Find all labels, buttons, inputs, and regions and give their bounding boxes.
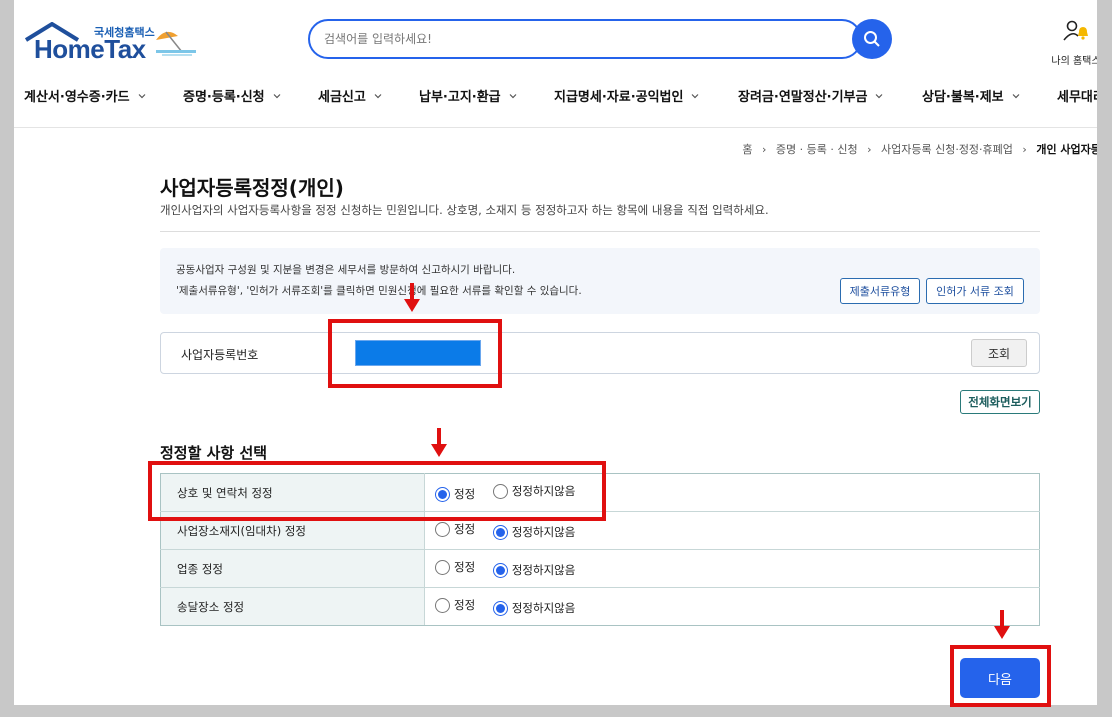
red-arrow-down-icon bbox=[431, 428, 447, 457]
nav-item-statement[interactable]: 지급명세·자료·공익법인 bbox=[554, 86, 699, 105]
radio-circle bbox=[435, 597, 450, 613]
my-hometax-label: 나의 홈택스 bbox=[1051, 56, 1097, 67]
biz-number-label: 사업자등록번호 bbox=[181, 348, 259, 362]
chevron-down-icon bbox=[138, 93, 145, 98]
radio-label: 정정 bbox=[454, 598, 476, 612]
radio-correct[interactable]: 정정 bbox=[435, 521, 475, 537]
radio-no-correct[interactable]: 정정하지않음 bbox=[492, 562, 576, 578]
chevron-down-icon bbox=[273, 93, 281, 98]
nav-item-label: 납부·고지·환급 bbox=[419, 90, 501, 105]
radio-circle bbox=[435, 559, 450, 575]
table-row: 업종 정정 정정 정정하지않음 bbox=[160, 549, 1040, 588]
beach-umbrella-icon bbox=[156, 31, 196, 56]
annotation-box-next bbox=[950, 645, 1051, 707]
red-arrow-down-icon bbox=[994, 610, 1010, 639]
page: 국세청홈택스 HomeTax 나의 홈택스 계산서·영수증·카드 증명·등록·신… bbox=[14, 0, 1097, 705]
radio-label: 정정하지않음 bbox=[511, 601, 576, 615]
nav-item-label: 장려금·연말정산·기부금 bbox=[738, 90, 868, 105]
row-options: 정정 정정하지않음 bbox=[424, 587, 1040, 626]
red-arrow-down-icon bbox=[404, 283, 420, 312]
row-label: 송달장소 정정 bbox=[160, 587, 425, 626]
radio-correct[interactable]: 정정 bbox=[435, 597, 475, 613]
radio-label: 정정 bbox=[454, 522, 476, 536]
full-screen-button[interactable]: 전체화면보기 bbox=[960, 390, 1040, 414]
search-icon bbox=[864, 31, 880, 47]
breadcrumb-separator: › bbox=[1022, 143, 1027, 156]
title-divider bbox=[160, 231, 1040, 232]
radio-label: 정정하지않음 bbox=[511, 525, 576, 539]
breadcrumb-separator: › bbox=[761, 143, 767, 156]
section-title: 정정할 사항 선택 bbox=[160, 444, 268, 462]
my-hometax[interactable]: 나의 홈택스 bbox=[1046, 20, 1097, 67]
breadcrumb-current: 개인 사업자등록 bbox=[1036, 143, 1097, 156]
nav-item-label: 상담·불복·제보 bbox=[922, 90, 1004, 105]
row-label: 업종 정정 bbox=[160, 549, 425, 588]
radio-no-correct[interactable]: 정정하지않음 bbox=[492, 600, 576, 616]
header-divider bbox=[14, 127, 1097, 128]
info-box: 공동사업자 구성원 및 지분을 변경은 세무서를 방문하여 신고하시기 바랍니다… bbox=[160, 248, 1040, 314]
biz-lookup-button[interactable]: 조회 bbox=[971, 339, 1027, 367]
chevron-down-icon bbox=[692, 93, 699, 98]
chevron-down-icon bbox=[876, 93, 883, 98]
radio-no-correct[interactable]: 정정하지않음 bbox=[492, 524, 576, 540]
breadcrumb: 홈 › 증명 · 등록 · 신청 › 사업자등록 신청·정정·휴폐업 › 개인 … bbox=[736, 141, 1097, 157]
nav-item-consult[interactable]: 상담·불복·제보 bbox=[922, 86, 1020, 105]
page-description: 개인사업자의 사업자등록사항을 정정 신청하는 민원입니다. 상호명, 소재지 … bbox=[160, 203, 769, 217]
info-line-1: 공동사업자 구성원 및 지분을 변경은 세무서를 방문하여 신고하시기 바랍니다… bbox=[176, 264, 516, 276]
radio-circle bbox=[492, 600, 508, 616]
nav-item-label: 세금신고 bbox=[318, 90, 366, 105]
breadcrumb-item[interactable]: 증명 · 등록 · 신청 bbox=[776, 143, 858, 156]
nav-item-label: 지급명세·자료·공익법인 bbox=[554, 90, 684, 105]
page-title: 사업자등록정정(개인) bbox=[160, 176, 344, 200]
radio-label: 정정하지않음 bbox=[511, 563, 576, 577]
user-bell-icon bbox=[1063, 20, 1088, 41]
row-options: 정정 정정하지않음 bbox=[424, 549, 1040, 588]
nav-item-label: 증명·등록·신청 bbox=[183, 90, 265, 105]
nav-item-incentive[interactable]: 장려금·연말정산·기부금 bbox=[738, 86, 883, 105]
nav-item-payment[interactable]: 납부·고지·환급 bbox=[419, 86, 517, 105]
search-button[interactable] bbox=[852, 19, 892, 59]
radio-circle bbox=[492, 562, 508, 578]
main-nav: 계산서·영수증·카드 증명·등록·신청 세금신고 납부·고지·환급 지급명세·자… bbox=[14, 86, 1097, 108]
license-lookup-button[interactable]: 인허가 서류 조회 bbox=[926, 278, 1024, 304]
radio-circle bbox=[435, 521, 450, 537]
annotation-box-biz-number bbox=[328, 319, 502, 388]
biz-number-row: 사업자등록번호 조회 bbox=[160, 332, 1040, 374]
nav-item-certificate[interactable]: 증명·등록·신청 bbox=[183, 86, 281, 105]
breadcrumb-home[interactable]: 홈 bbox=[742, 143, 752, 156]
nav-item-agent[interactable]: 세무대리· bbox=[1057, 86, 1097, 105]
search-bar[interactable] bbox=[308, 19, 862, 59]
radio-label: 정정 bbox=[454, 560, 476, 574]
breadcrumb-separator: › bbox=[867, 143, 872, 156]
hometax-logo[interactable]: 국세청홈택스 HomeTax bbox=[24, 22, 204, 64]
logo-title: HomeTax bbox=[34, 34, 146, 64]
search-input[interactable] bbox=[324, 29, 824, 49]
chevron-down-icon bbox=[1012, 93, 1020, 98]
chevron-down-icon bbox=[509, 93, 517, 98]
table-row: 송달장소 정정 정정 정정하지않음 bbox=[160, 587, 1040, 626]
annotation-box-option-row bbox=[148, 461, 606, 521]
radio-circle bbox=[492, 524, 508, 540]
breadcrumb-item[interactable]: 사업자등록 신청·정정·휴폐업 bbox=[881, 143, 1013, 156]
chevron-down-icon bbox=[374, 93, 382, 98]
nav-item-label: 계산서·영수증·카드 bbox=[24, 90, 130, 105]
nav-item-label: 세무대리· bbox=[1057, 90, 1097, 105]
nav-item-invoice[interactable]: 계산서·영수증·카드 bbox=[24, 86, 146, 105]
doc-type-button[interactable]: 제출서류유형 bbox=[840, 278, 920, 304]
info-line-2: '제출서류유형', '인허가 서류조회'를 클릭하면 민원신청에 필요한 서류를… bbox=[176, 285, 582, 297]
nav-item-tax-return[interactable]: 세금신고 bbox=[318, 86, 382, 105]
radio-correct[interactable]: 정정 bbox=[435, 559, 475, 575]
